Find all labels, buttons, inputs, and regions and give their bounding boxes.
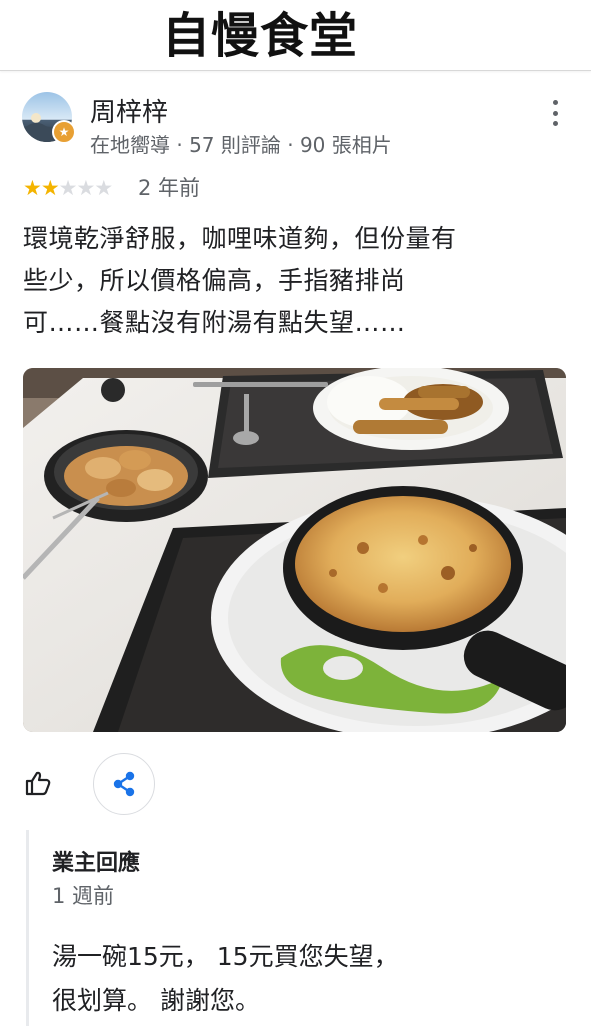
owner-response-title: 業主回應 [52, 851, 141, 876]
reviewer-name[interactable]: 周梓梓 [90, 92, 168, 129]
star-filled-icon: ★ [23, 176, 42, 200]
page-title: 自慢食堂 [162, 8, 359, 64]
star-rating: ★★★★★ [23, 175, 113, 201]
star-empty-icon: ★ [58, 176, 78, 200]
owner-response-time: 1 週前 [52, 884, 115, 908]
review-text-line: 些少，所以價格偏高，手指豬排尚 [23, 266, 406, 295]
share-icon [113, 771, 135, 797]
star-empty-icon: ★ [94, 176, 113, 200]
star-empty-icon: ★ [76, 176, 95, 200]
review-photo[interactable] [23, 368, 566, 732]
thumb-up-icon[interactable] [24, 770, 52, 796]
share-button[interactable] [93, 753, 155, 815]
star-filled-icon: ★ [40, 176, 60, 200]
more-vert-icon[interactable] [546, 100, 564, 126]
review-text-line: 可……餐點沒有附湯有點失望…… [23, 308, 406, 337]
owner-response-divider [26, 830, 29, 1026]
app-header: 自慢食堂 [0, 0, 591, 71]
review-text: 環境乾淨舒服，咖哩味道夠，但份量有 些少，所以價格偏高，手指豬排尚 可……餐點沒… [23, 218, 553, 344]
owner-response-text: 湯一碗15元， 15元買您失望， 很划算。 謝謝您。 [52, 942, 399, 1015]
review-text-line: 環境乾淨舒服，咖哩味道夠，但份量有 [23, 224, 457, 253]
reviewer-meta: 在地嚮導 · 57 則評論 · 90 張相片 [90, 133, 392, 157]
local-guide-star-icon: ★ [52, 120, 76, 144]
review-time: 2 年前 [138, 176, 201, 200]
